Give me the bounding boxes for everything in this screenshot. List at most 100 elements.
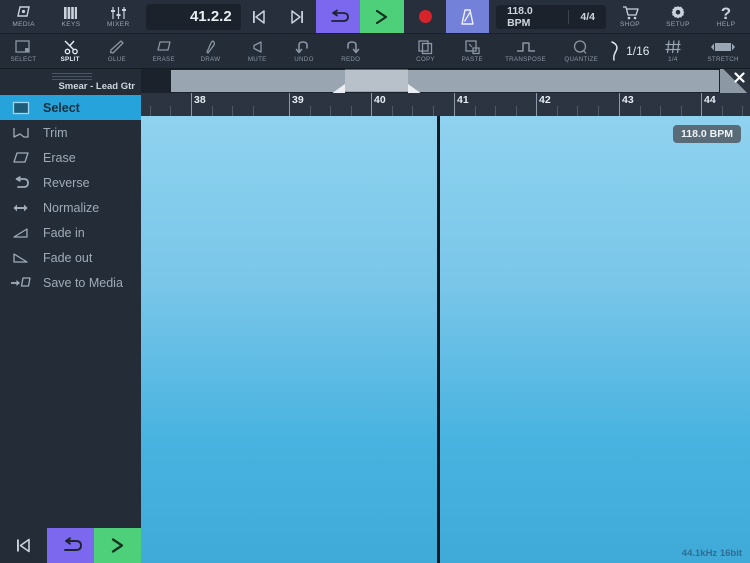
tool-paste[interactable]: PASTE [449, 34, 496, 68]
top-transport-bar: MEDIA KEYS MIXER 41.2.2 118.0 BPM 4/4 SH… [0, 0, 750, 34]
skip-back-icon [17, 538, 30, 553]
menu-item-save-to-media[interactable]: Save to Media [0, 270, 141, 295]
eraser-icon [155, 39, 173, 55]
reverse-arrow-icon [10, 175, 32, 190]
waveform-svg [141, 116, 750, 563]
menu-item-label: Fade out [43, 250, 93, 265]
go-to-start-button[interactable] [241, 0, 278, 33]
menu-item-fade-in[interactable]: Fade in [0, 220, 141, 245]
overview-viewport-window[interactable] [345, 69, 408, 91]
fade-in-icon [10, 226, 32, 240]
menu-item-fade-out[interactable]: Fade out [0, 245, 141, 270]
top-right-group: SHOP SETUP ? HELP [606, 0, 750, 33]
menu-item-label: Trim [43, 125, 68, 140]
grid-button[interactable]: 1/4 [650, 34, 697, 68]
menu-item-reverse[interactable]: Reverse [0, 170, 141, 195]
beat-tick [639, 106, 641, 116]
tool-paste-label: PASTE [461, 56, 483, 63]
glue-icon [108, 39, 125, 55]
beat-tick [252, 106, 254, 116]
shop-label: SHOP [620, 21, 641, 28]
overview-handle-left[interactable] [331, 84, 345, 93]
tool-draw-label: DRAW [200, 56, 221, 63]
tool-copy[interactable]: COPY [402, 34, 449, 68]
menu-item-select[interactable]: Select [0, 95, 141, 120]
bar-number: 38 [194, 94, 206, 106]
bar-number: 41 [457, 94, 469, 106]
tool-undo[interactable]: UNDO [281, 34, 328, 68]
time-signature-value[interactable]: 4/4 [569, 11, 606, 23]
panel-drag-handle[interactable] [52, 73, 92, 80]
clip-title-bar: Smear - Lead Gtr [0, 69, 141, 95]
play-button-bottom[interactable] [94, 528, 141, 563]
media-label: MEDIA [12, 21, 35, 28]
play-button[interactable] [359, 0, 405, 33]
fade-out-icon [10, 251, 32, 265]
beat-tick [149, 106, 151, 116]
tool-redo[interactable]: REDO [327, 34, 374, 68]
clip-title: Smear - Lead Gtr [58, 81, 135, 92]
tool-undo-label: UNDO [294, 56, 314, 63]
mixer-button[interactable]: MIXER [95, 0, 142, 33]
clip-overview-strip[interactable] [141, 69, 750, 93]
loop-button-bottom[interactable] [47, 528, 94, 563]
menu-item-trim[interactable]: Trim [0, 120, 141, 145]
beat-tick [577, 106, 579, 116]
loop-icon [63, 537, 82, 551]
media-button[interactable]: MEDIA [0, 0, 47, 33]
rewind-button[interactable] [0, 528, 47, 563]
tool-glue-label: GLUE [107, 56, 126, 63]
trim-icon [10, 126, 32, 140]
tool-erase-label: ERASE [152, 56, 175, 63]
keys-button[interactable]: KEYS [47, 0, 94, 33]
beat-tick [330, 106, 332, 116]
quantize-value-button[interactable]: 1/16 [607, 34, 649, 68]
tool-mute[interactable]: MUTE [234, 34, 281, 68]
bottom-transport-bar [0, 528, 141, 563]
beat-tick [660, 106, 662, 116]
tool-quantize[interactable]: QUANTIZE [555, 34, 607, 68]
svg-text:?: ? [721, 5, 731, 21]
stretch-button[interactable]: STRETCH [696, 34, 750, 68]
beat-tick [391, 106, 393, 116]
bar-ruler[interactable]: 38 39 40 41 42 43 44 [141, 93, 750, 116]
tool-select[interactable]: SELECT [0, 34, 47, 68]
bpm-value[interactable]: 118.0 BPM [496, 5, 568, 29]
tool-draw[interactable]: DRAW [187, 34, 234, 68]
setup-button[interactable]: SETUP [654, 0, 702, 33]
tool-split[interactable]: SPLIT [47, 34, 94, 68]
metronome-button[interactable] [445, 0, 490, 33]
beat-tick [680, 106, 682, 116]
mixer-label: MIXER [106, 21, 130, 28]
menu-item-normalize[interactable]: Normalize [0, 195, 141, 220]
clip-edit-panel: Smear - Lead Gtr Select Trim Erase Rever… [0, 69, 141, 563]
bar-number: 40 [374, 94, 386, 106]
beat-tick [515, 106, 517, 116]
loop-button[interactable] [315, 0, 360, 33]
loop-icon [330, 9, 349, 22]
bar-number: 43 [622, 94, 634, 106]
record-button[interactable] [404, 0, 445, 33]
tool-erase[interactable]: ERASE [140, 34, 187, 68]
waveform-canvas[interactable]: 118.0 BPM 44.1kHz 16bit [141, 116, 750, 563]
playhead[interactable] [437, 116, 440, 563]
tool-transpose-label: TRANSPOSE [505, 56, 546, 63]
save-to-media-icon [10, 276, 32, 290]
help-button[interactable]: ? HELP [702, 0, 750, 33]
go-to-end-button[interactable] [278, 0, 315, 33]
beat-tick [556, 106, 558, 116]
pencil-icon [203, 39, 217, 55]
menu-item-erase[interactable]: Erase [0, 145, 141, 170]
tool-transpose[interactable]: TRANSPOSE [496, 34, 556, 68]
grid-icon [664, 39, 682, 55]
time-display[interactable]: 41.2.2 [145, 3, 241, 30]
menu-item-label: Fade in [43, 225, 85, 240]
shop-button[interactable]: SHOP [606, 0, 654, 33]
tempo-signature-box[interactable]: 118.0 BPM 4/4 [496, 4, 607, 29]
tool-glue[interactable]: GLUE [94, 34, 141, 68]
copy-icon [417, 39, 434, 55]
close-editor-button[interactable] [720, 69, 750, 93]
overview-handle-right[interactable] [408, 84, 422, 93]
keys-label: KEYS [61, 21, 81, 28]
